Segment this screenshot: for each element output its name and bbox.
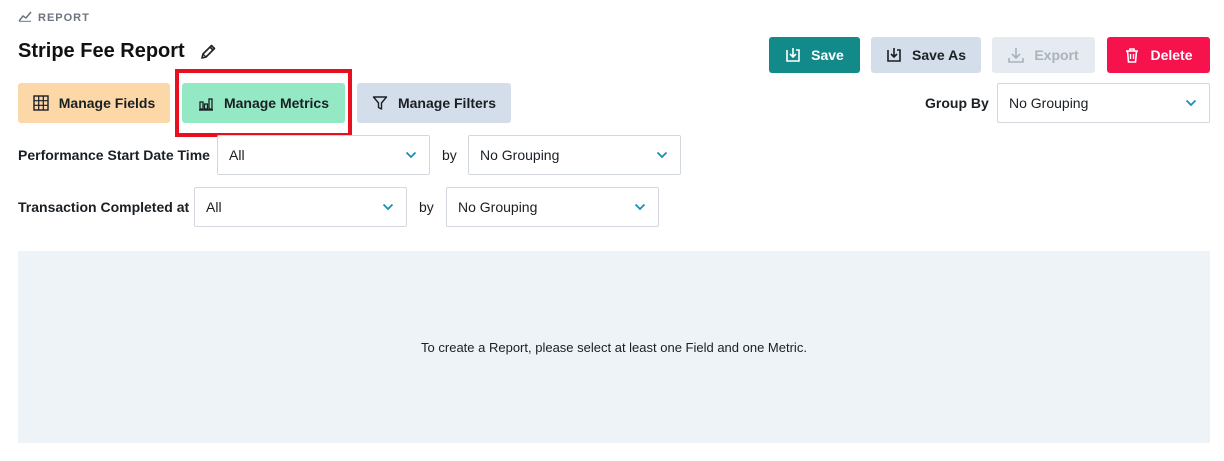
chevron-down-icon xyxy=(382,203,394,211)
trend-chart-icon xyxy=(18,10,32,25)
empty-state-message: To create a Report, please select at lea… xyxy=(421,339,807,355)
date-filter-label-1: Performance Start Date Time xyxy=(18,147,210,163)
date-grouping-select-1[interactable]: No Grouping xyxy=(468,135,681,175)
date-range-value-2: All xyxy=(206,199,222,215)
group-by-value: No Grouping xyxy=(1009,95,1089,111)
chevron-down-icon xyxy=(405,151,417,159)
export-label: Export xyxy=(1034,47,1079,63)
section-label: REPORT xyxy=(18,10,90,25)
date-grouping-select-2[interactable]: No Grouping xyxy=(446,187,659,227)
trash-icon xyxy=(1124,47,1140,63)
highlight-box xyxy=(175,69,352,137)
report-empty-panel: To create a Report, please select at lea… xyxy=(18,251,1210,443)
manage-fields-label: Manage Fields xyxy=(58,95,156,111)
by-label-2: by xyxy=(419,199,434,215)
filter-funnel-icon xyxy=(372,95,388,111)
date-grouping-value-1: No Grouping xyxy=(480,147,560,163)
delete-label: Delete xyxy=(1150,47,1193,63)
date-filter-label-2: Transaction Completed at xyxy=(18,199,190,215)
save-button[interactable]: Save xyxy=(769,37,860,73)
chevron-down-icon xyxy=(1185,99,1197,107)
download-icon xyxy=(1008,47,1025,63)
group-by-label: Group By xyxy=(925,95,989,111)
save-label: Save xyxy=(811,47,844,63)
chevron-down-icon xyxy=(634,203,646,211)
by-label-1: by xyxy=(442,147,457,163)
group-by-select[interactable]: No Grouping xyxy=(997,83,1210,123)
date-range-select-1[interactable]: All xyxy=(217,135,430,175)
manage-fields-button[interactable]: Manage Fields xyxy=(18,83,170,123)
delete-button[interactable]: Delete xyxy=(1107,37,1210,73)
date-range-value-1: All xyxy=(229,147,245,163)
manage-filters-button[interactable]: Manage Filters xyxy=(357,83,511,123)
page-title: Stripe Fee Report xyxy=(18,40,185,62)
page-title-row: Stripe Fee Report xyxy=(18,40,217,63)
edit-pencil-icon[interactable] xyxy=(199,43,217,61)
save-as-icon xyxy=(886,47,902,63)
save-as-button[interactable]: Save As xyxy=(871,37,981,73)
chevron-down-icon xyxy=(656,151,668,159)
section-label-text: REPORT xyxy=(38,11,90,24)
save-icon xyxy=(785,47,801,63)
manage-filters-label: Manage Filters xyxy=(397,95,497,111)
date-range-select-2[interactable]: All xyxy=(194,187,407,227)
save-as-label: Save As xyxy=(912,47,966,63)
date-grouping-value-2: No Grouping xyxy=(458,199,538,215)
grid-table-icon xyxy=(33,95,49,111)
export-button[interactable]: Export xyxy=(992,37,1095,73)
